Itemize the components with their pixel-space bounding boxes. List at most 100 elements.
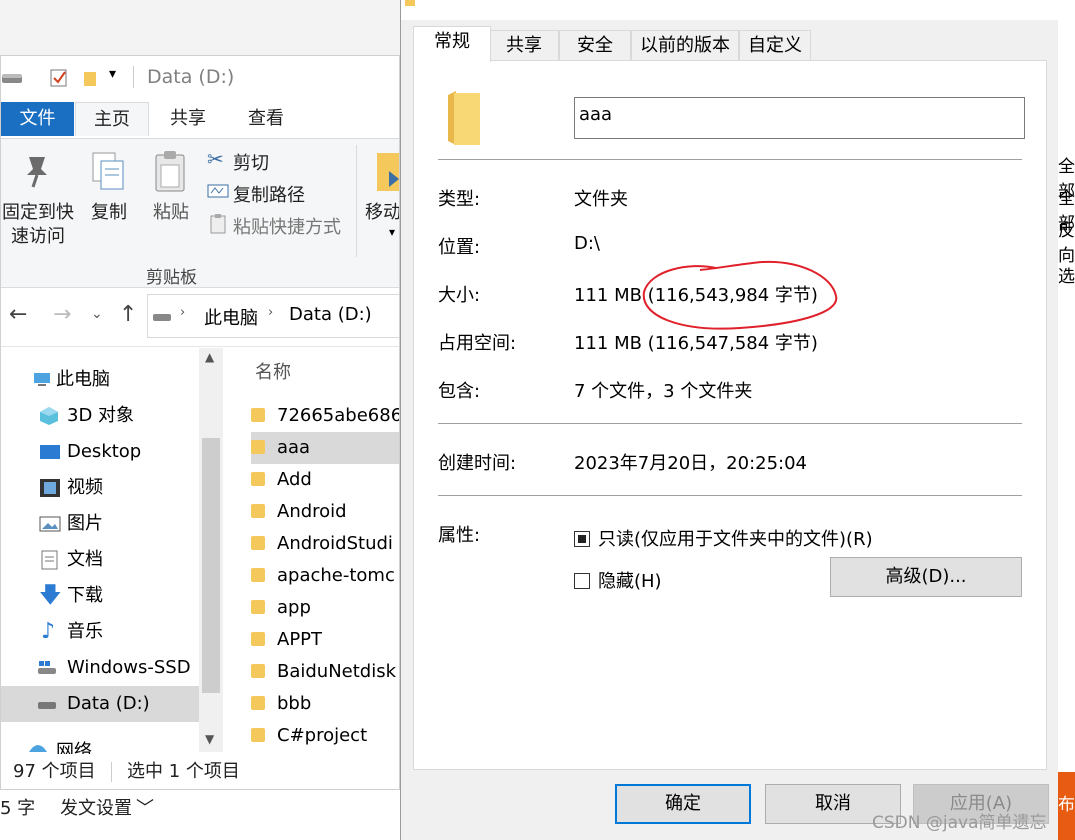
forward-arrow-icon[interactable]: → <box>53 302 71 327</box>
scroll-down-icon[interactable]: ▼ <box>205 732 214 746</box>
list-item[interactable]: apache-tomc <box>251 560 399 592</box>
tab-view[interactable]: 查看 <box>229 102 303 136</box>
list-item[interactable]: AndroidStudi <box>251 528 399 560</box>
tree-item-pictures[interactable]: 图片 <box>1 506 201 542</box>
tree-item-this-pc[interactable]: 此电脑 <box>1 362 201 398</box>
folder-icon <box>251 600 265 614</box>
folder-icon <box>251 536 265 550</box>
tree-item-network[interactable]: 网络 <box>1 728 201 754</box>
file-list-pane: 名称 72665abe686 aaa Add Android AndroidSt… <box>227 348 399 754</box>
tree-label: 3D 对象 <box>67 405 135 426</box>
customize-qa-dropdown[interactable]: ▾ <box>109 66 116 82</box>
folder-icon <box>405 0 415 6</box>
file-name: AndroidStudi <box>277 533 393 554</box>
readonly-checkbox[interactable] <box>574 531 590 547</box>
breadcrumb-drive[interactable]: Data (D:) <box>289 304 372 325</box>
tree-item-desktop[interactable]: Desktop <box>1 434 201 470</box>
copy-button[interactable]: 复制 <box>87 201 131 225</box>
list-item[interactable]: C#project <box>251 720 399 752</box>
tab-share[interactable]: 共享 <box>151 102 225 136</box>
paste-button[interactable]: 粘贴 <box>149 201 193 225</box>
computer-icon <box>34 373 50 386</box>
file-name: bbb <box>277 693 312 714</box>
list-item[interactable]: app <box>251 592 399 624</box>
tree-item-videos[interactable]: 视频 <box>1 470 201 506</box>
folder-name-input[interactable]: aaa <box>574 97 1025 139</box>
recent-locations-chevron-icon[interactable]: ⌄ <box>91 306 103 322</box>
chevron-down-icon: ﹀ <box>136 798 154 819</box>
word-count-fragment: 5 字 <box>0 798 36 819</box>
size-on-disk-label: 占用空间: <box>438 333 517 354</box>
folder-icon <box>251 408 265 422</box>
breadcrumb-separator-icon: › <box>268 305 274 320</box>
ribbon-tab-bar: 文件 主页 共享 查看 <box>1 100 399 138</box>
scroll-up-icon[interactable]: ▲ <box>205 350 214 364</box>
watermark: CSDN @java简单遗忘 <box>872 813 1047 833</box>
paste-shortcut-button[interactable]: 粘贴快捷方式 <box>233 213 341 239</box>
list-item[interactable]: Android <box>251 496 399 528</box>
tree-item-windows-ssd[interactable]: Windows-SSD ( <box>1 650 201 714</box>
back-arrow-icon[interactable]: ← <box>9 302 27 327</box>
up-arrow-icon[interactable]: ↑ <box>119 302 137 327</box>
nav-pane-scrollbar[interactable]: ▲ ▼ <box>199 348 223 752</box>
list-item[interactable]: Add <box>251 464 399 496</box>
move-dropdown-icon[interactable]: ▾ <box>389 225 395 239</box>
ok-button[interactable]: 确定 <box>615 784 751 824</box>
address-bar[interactable]: › 此电脑 › Data (D:) <box>147 294 399 338</box>
list-item[interactable]: APPT <box>251 624 399 656</box>
tree-item-3d-objects[interactable]: 3D 对象 <box>1 398 201 434</box>
column-header-name[interactable]: 名称 <box>255 358 291 384</box>
cut-button[interactable]: 剪切 <box>233 149 269 175</box>
hidden-checkbox-row[interactable]: 隐藏(H) <box>574 567 662 593</box>
tab-general[interactable]: 常规 <box>413 26 491 62</box>
navigation-pane: 此电脑 3D 对象 Desktop 视频 图片 文档 🡇 下载 ♪ 音乐 Win… <box>1 348 225 754</box>
tree-label: Data (D:) <box>67 693 150 714</box>
paste-shortcut-icon <box>210 214 226 234</box>
status-divider <box>111 762 112 782</box>
tab-home[interactable]: 主页 <box>75 102 149 136</box>
move-to-button[interactable]: 移动 <box>363 201 399 225</box>
folder-icon <box>251 568 265 582</box>
download-arrow-icon: 🡇 <box>39 583 62 608</box>
tab-security[interactable]: 安全 <box>559 30 631 60</box>
list-item[interactable]: 72665abe686 <box>251 400 399 432</box>
pin-icon <box>27 157 47 188</box>
tab-file[interactable]: 文件 <box>1 102 74 136</box>
list-item[interactable]: bbb <box>251 688 399 720</box>
window-title: Data (D:) <box>147 66 235 88</box>
tab-share[interactable]: 共享 <box>489 30 559 60</box>
tab-previous-versions[interactable]: 以前的版本 <box>631 30 739 60</box>
clipboard-group-label: 剪贴板 <box>146 268 197 288</box>
contains-label: 包含: <box>438 381 481 402</box>
scrollbar-thumb[interactable] <box>202 438 220 693</box>
tree-label: 下载 <box>67 585 103 606</box>
tree-item-downloads[interactable]: 🡇 下载 <box>1 578 201 614</box>
file-name: APPT <box>277 629 323 650</box>
hidden-checkbox[interactable] <box>574 573 590 589</box>
edge-text-fragment: 反向 <box>1058 221 1075 266</box>
list-item[interactable]: BaiduNetdisk <box>251 656 399 688</box>
move-to-icon <box>377 153 399 191</box>
tab-customize[interactable]: 自定义 <box>739 30 811 60</box>
readonly-checkbox-row[interactable]: 只读(仅应用于文件夹中的文件)(R) <box>574 525 873 551</box>
publish-settings[interactable]: 发文设置 <box>60 794 132 820</box>
file-name: apache-tomc <box>277 565 395 586</box>
list-item-selected[interactable]: aaa <box>251 432 399 464</box>
breadcrumb-this-pc[interactable]: 此电脑 <box>204 304 258 330</box>
pin-quick-access-button[interactable]: 固定到快 速访问 <box>1 201 75 249</box>
advanced-button[interactable]: 高级(D)... <box>830 557 1022 597</box>
new-folder-icon[interactable] <box>81 68 101 88</box>
tree-item-music[interactable]: ♪ 音乐 <box>1 614 201 650</box>
dialog-title-bar[interactable] <box>401 0 1059 20</box>
ribbon-group-divider <box>356 145 357 257</box>
tree-item-data-drive[interactable]: Data (D:) <box>1 686 199 722</box>
created-label: 创建时间: <box>438 453 517 474</box>
cube-icon <box>40 407 58 425</box>
tree-label: 网络 <box>56 741 92 754</box>
edge-orange-block: 布 <box>1058 772 1075 840</box>
copy-path-button[interactable]: 复制路径 <box>233 181 305 207</box>
copy-path-icon <box>207 184 229 198</box>
tree-item-documents[interactable]: 文档 <box>1 542 201 578</box>
properties-check-icon[interactable] <box>49 68 69 88</box>
separator <box>438 159 1022 160</box>
